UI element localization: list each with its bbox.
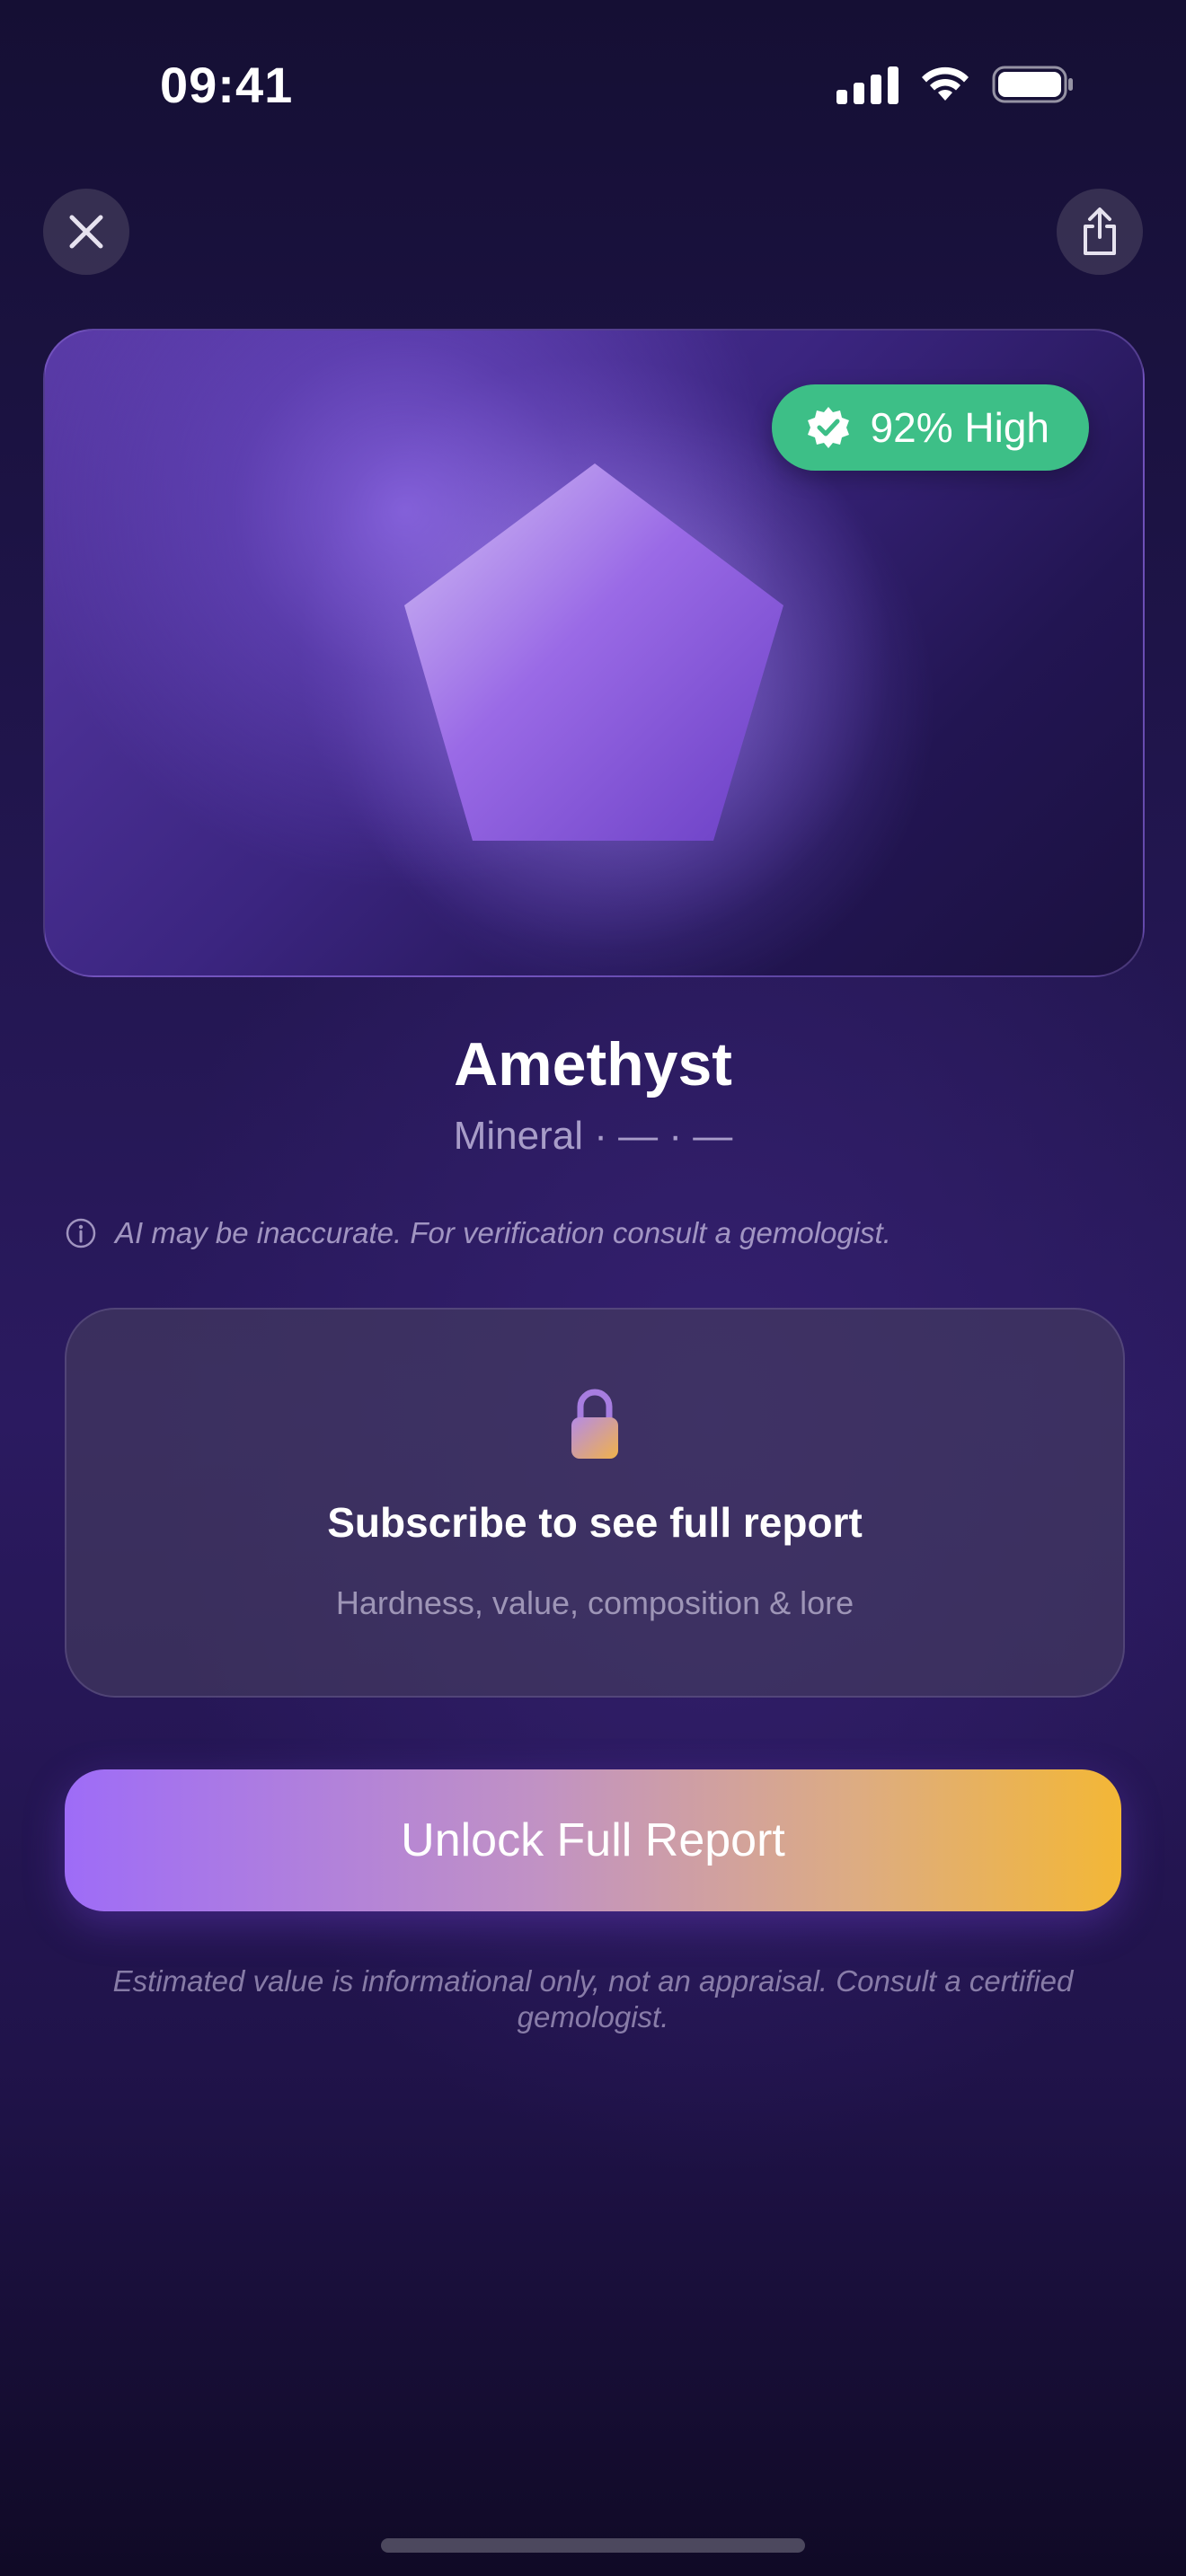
- battery-icon: [992, 66, 1073, 103]
- status-bar: 09:41: [0, 0, 1186, 171]
- info-icon: [66, 1218, 96, 1248]
- wifi-icon: [922, 66, 969, 101]
- locked-report-card[interactable]: Subscribe to see full report Hardness, v…: [65, 1308, 1125, 1698]
- share-button[interactable]: [1057, 189, 1143, 275]
- gem-image-card: 92% High: [43, 329, 1145, 977]
- close-button[interactable]: [43, 189, 129, 275]
- close-icon: [69, 215, 103, 249]
- share-icon: [1084, 207, 1116, 255]
- cellular-signal-icon: [836, 65, 898, 104]
- status-time: 09:41: [160, 57, 294, 113]
- appraisal-disclaimer: Estimated value is informational only, n…: [112, 1964, 1074, 2034]
- confidence-label: 92% High: [870, 404, 1049, 451]
- home-indicator[interactable]: [381, 2538, 805, 2553]
- lock-icon: [571, 1389, 618, 1459]
- gem-result-screen: 09:41 92% High Amethyst Mineral · — · — …: [0, 0, 1186, 2576]
- gem-meta: Mineral · — · —: [453, 1114, 733, 1158]
- verified-check-icon: [807, 407, 849, 448]
- locked-report-subtitle: Hardness, value, composition & lore: [335, 1584, 854, 1621]
- status-icons: [836, 65, 1075, 104]
- unlock-full-report-button[interactable]: Unlock Full Report: [65, 1769, 1121, 1911]
- confidence-badge: 92% High: [771, 384, 1089, 471]
- ai-disclaimer: AI may be inaccurate. For verification c…: [65, 1216, 891, 1250]
- ai-disclaimer-text: AI may be inaccurate. For verification c…: [115, 1216, 891, 1249]
- gem-name: Amethyst: [454, 1030, 732, 1098]
- locked-report-title: Subscribe to see full report: [327, 1499, 863, 1546]
